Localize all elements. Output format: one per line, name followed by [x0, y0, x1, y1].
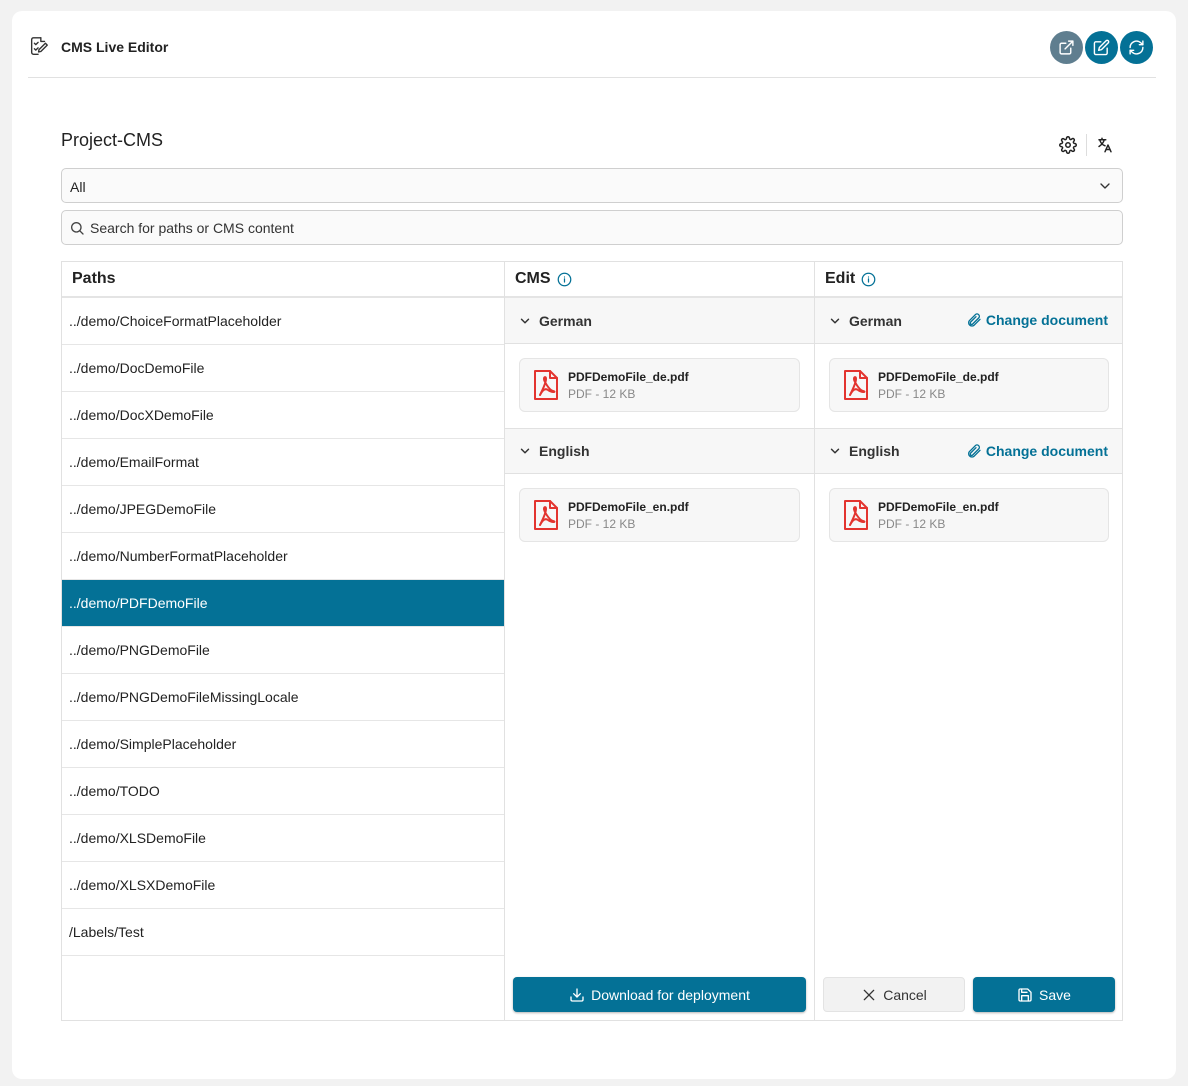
path-row[interactable]: ../demo/TODO [62, 768, 504, 815]
path-row[interactable]: ../demo/DocDemoFile [62, 345, 504, 392]
file-name: PDFDemoFile_en.pdf [878, 500, 999, 514]
paths-column-header: Paths [62, 262, 504, 298]
edit-header-label: Edit [825, 270, 856, 287]
path-row[interactable]: ../demo/XLSDemoFile [62, 815, 504, 862]
file-meta: PDF - 12 KB [878, 387, 946, 401]
path-row[interactable]: /Labels/Test [62, 909, 504, 956]
cms-column: CMS German PDFDemoFile_de.pdf PDF - 12 K… [504, 262, 814, 1020]
cms-column-header: CMS [505, 262, 814, 298]
file-meta: PDF - 12 KB [878, 517, 946, 531]
change-document-label: Change document [985, 312, 1108, 328]
file-name: PDFDemoFile_en.pdf [568, 500, 689, 514]
pdf-file-icon [844, 500, 868, 530]
info-icon[interactable] [861, 272, 876, 287]
path-row[interactable]: ../demo/DocXDemoFile [62, 392, 504, 439]
paths-column: Paths ../demo/ChoiceFormatPlaceholder ../… [62, 262, 504, 1020]
path-row[interactable]: ../demo/ChoiceFormatPlaceholder [62, 298, 504, 345]
cms-table: Paths ../demo/ChoiceFormatPlaceholder ../… [61, 261, 1123, 1021]
cms-header-label: CMS [515, 270, 551, 287]
lang-name: German [539, 312, 592, 329]
pdf-file-icon [844, 370, 868, 400]
path-row[interactable]: ../demo/JPEGDemoFile [62, 486, 504, 533]
pdf-file-icon [534, 500, 558, 530]
cms-lang-body-german: PDFDemoFile_de.pdf PDF - 12 KB [505, 344, 814, 428]
refresh-icon [1129, 40, 1144, 55]
pdf-file-icon [534, 370, 558, 400]
edit-lang-body-english: PDFDemoFile_en.pdf PDF - 12 KB [815, 474, 1122, 558]
edit-lang-header-german: German Change document [815, 298, 1122, 344]
file-name: PDFDemoFile_de.pdf [878, 370, 999, 384]
chevron-down-icon[interactable] [518, 314, 532, 328]
project-title: Project-CMS [61, 130, 164, 150]
cms-lang-header-german: German [505, 298, 814, 344]
file-card[interactable]: PDFDemoFile_de.pdf PDF - 12 KB [519, 358, 800, 412]
search-icon [71, 222, 84, 235]
settings-gear-icon[interactable] [1059, 136, 1077, 154]
edit-lang-body-german: PDFDemoFile_de.pdf PDF - 12 KB [815, 344, 1122, 428]
chevron-down-icon[interactable] [828, 314, 842, 328]
paperclip-icon [967, 313, 981, 327]
chevron-down-icon[interactable] [518, 444, 532, 458]
edit-column: Edit German Change document PDFDemoFile_… [814, 262, 1122, 1020]
search-input[interactable] [90, 217, 1110, 239]
edit-lang-header-english: English Change document [815, 428, 1122, 474]
edit-icon [1093, 39, 1110, 56]
save-button[interactable]: Save [973, 977, 1115, 1012]
app-header: CMS Live Editor [28, 11, 1156, 78]
cms-lang-header-english: English [505, 428, 814, 474]
file-card[interactable]: PDFDemoFile_en.pdf PDF - 12 KB [829, 488, 1109, 542]
path-row[interactable]: ../demo/PNGDemoFile [62, 627, 504, 674]
info-icon[interactable] [557, 272, 572, 287]
path-row[interactable]: ../demo/NumberFormatPlaceholder [62, 533, 504, 580]
filter-select-value: All [70, 179, 86, 195]
path-list: ../demo/ChoiceFormatPlaceholder ../demo/D… [62, 298, 504, 956]
cms-lang-body-english: PDFDemoFile_en.pdf PDF - 12 KB [505, 474, 814, 558]
checklist-edit-icon [30, 37, 48, 55]
lang-name: English [539, 443, 590, 459]
download-for-deployment-button[interactable]: Download for deployment [513, 977, 806, 1012]
close-icon [863, 989, 875, 1000]
change-document-button[interactable]: Change document [966, 312, 1108, 328]
chevron-down-icon[interactable] [828, 444, 842, 458]
app-title: CMS Live Editor [61, 39, 169, 55]
change-document-label: Change document [985, 443, 1108, 459]
lang-name: English [849, 443, 900, 459]
download-icon [570, 987, 584, 1002]
file-name: PDFDemoFile_de.pdf [568, 370, 689, 384]
refresh-button[interactable] [1120, 31, 1153, 64]
translate-icon[interactable] [1096, 136, 1114, 154]
external-link-icon [1059, 40, 1074, 55]
change-document-button[interactable]: Change document [966, 443, 1108, 459]
cancel-button[interactable]: Cancel [823, 977, 965, 1012]
path-row[interactable]: ../demo/PNGDemoFileMissingLocale [62, 674, 504, 721]
download-label: Download for deployment [591, 986, 750, 1003]
editor-card: CMS Live Editor Project-CMS All Search f… [12, 11, 1176, 1079]
path-row[interactable]: ../demo/PDFDemoFile [62, 580, 504, 627]
lang-name: German [849, 312, 902, 329]
toolbar-divider [1086, 134, 1087, 156]
open-external-button[interactable] [1050, 31, 1083, 64]
paperclip-icon [967, 444, 981, 458]
paths-header-label: Paths [72, 270, 116, 287]
path-row[interactable]: ../demo/SimplePlaceholder [62, 721, 504, 768]
file-meta: PDF - 12 KB [568, 517, 636, 531]
file-card[interactable]: PDFDemoFile_en.pdf PDF - 12 KB [519, 488, 800, 542]
file-card[interactable]: PDFDemoFile_de.pdf PDF - 12 KB [829, 358, 1109, 412]
filter-select[interactable]: All [61, 168, 1123, 203]
save-label: Save [1039, 986, 1071, 1003]
chevron-down-icon [1100, 183, 1110, 189]
edit-mode-button[interactable] [1085, 31, 1118, 64]
edit-column-header: Edit [815, 262, 1122, 298]
file-meta: PDF - 12 KB [568, 387, 636, 401]
save-icon [1018, 987, 1032, 1002]
path-row[interactable]: ../demo/XLSXDemoFile [62, 862, 504, 909]
path-row[interactable]: ../demo/EmailFormat [62, 439, 504, 486]
cancel-label: Cancel [883, 986, 927, 1003]
search-box [61, 210, 1123, 245]
